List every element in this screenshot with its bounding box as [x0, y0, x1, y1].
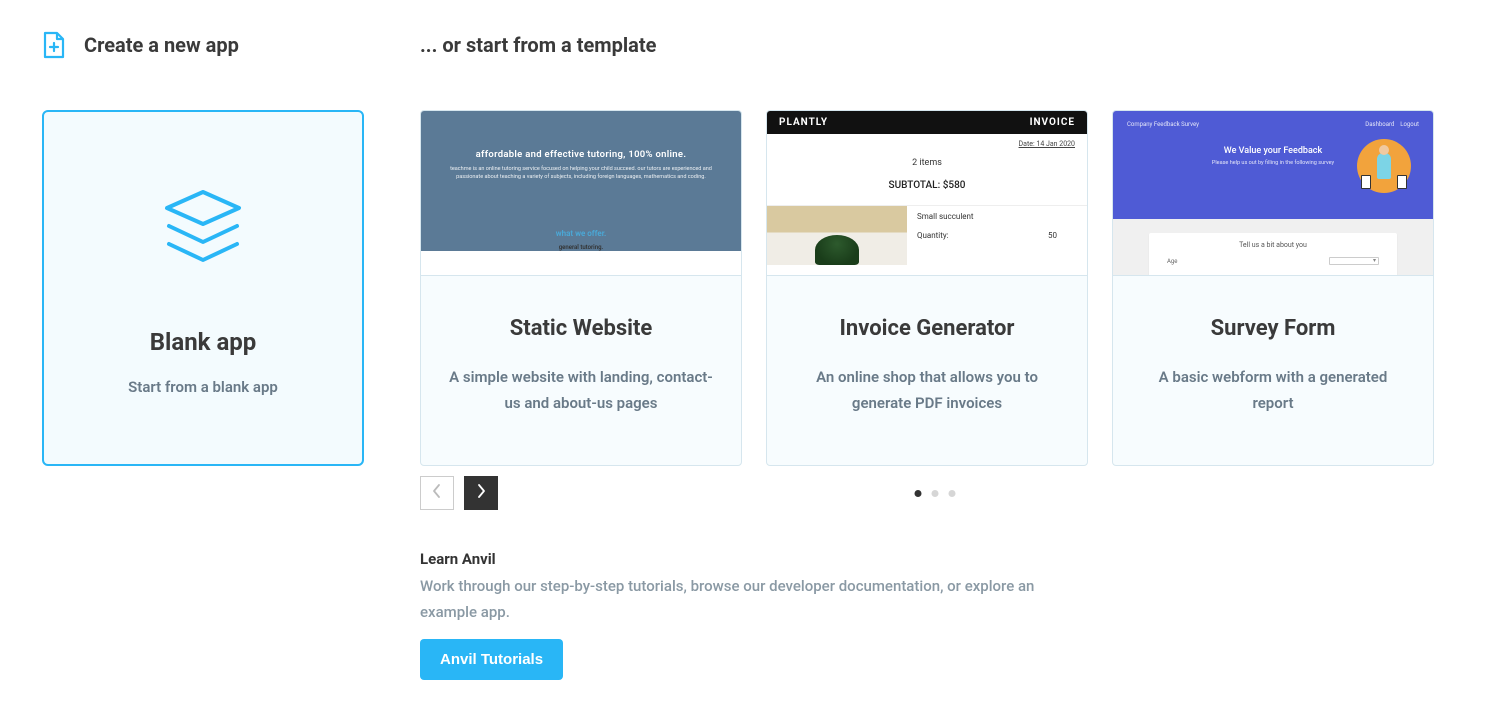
thumb-date: Date: 14 Jan 2020 — [767, 134, 1087, 148]
template-title: Static Website — [449, 316, 713, 341]
carousel-dots — [914, 490, 955, 497]
thumb-nav-b: Logout — [1400, 121, 1419, 128]
thumb-subtext: teachme is an online tutoring service fo… — [421, 166, 741, 181]
thumb-item-name: Small succulent — [917, 212, 1077, 221]
thumb-headline: affordable and effective tutoring, 100% … — [421, 149, 741, 160]
blank-app-card[interactable]: Blank app Start from a blank app — [42, 110, 364, 466]
thumb-brand: Company Feedback Survey — [1127, 121, 1199, 128]
thumb-select — [1329, 257, 1379, 265]
template-card-invoice-generator[interactable]: PLANTLY INVOICE Date: 14 Jan 2020 2 item… — [766, 110, 1088, 466]
thumb-illustration — [1357, 139, 1411, 193]
anvil-tutorials-button[interactable]: Anvil Tutorials — [420, 639, 563, 680]
create-app-header: Create a new app — [42, 30, 364, 60]
add-file-icon — [42, 31, 66, 59]
thumb-invoice-label: INVOICE — [1030, 117, 1075, 128]
thumb-brand: PLANTLY — [779, 117, 828, 128]
template-description: An online shop that allows you to genera… — [795, 365, 1059, 416]
thumb-general: general tutoring. — [421, 244, 741, 251]
carousel-dot[interactable] — [948, 490, 955, 497]
template-title: Invoice Generator — [795, 316, 1059, 341]
thumb-form-title: Tell us a bit about you — [1163, 241, 1383, 249]
template-card-survey-form[interactable]: Company Feedback Survey Dashboard Logout… — [1112, 110, 1434, 466]
thumb-qty-value: 50 — [1048, 231, 1057, 240]
thumb-field-label: Age — [1167, 258, 1177, 265]
learn-section: Learn Anvil Work through our step-by-ste… — [420, 550, 1040, 680]
create-app-title: Create a new app — [84, 33, 239, 57]
template-description: A basic webform with a generated report — [1141, 365, 1405, 416]
blank-app-title: Blank app — [150, 328, 257, 356]
carousel-next-button[interactable] — [464, 476, 498, 510]
carousel-prev-button[interactable] — [420, 476, 454, 510]
template-card-static-website[interactable]: affordable and effective tutoring, 100% … — [420, 110, 742, 466]
learn-text: Work through our step-by-step tutorials,… — [420, 574, 1040, 625]
learn-heading: Learn Anvil — [420, 550, 1040, 568]
template-header-title: ... or start from a template — [420, 33, 656, 57]
template-header: ... or start from a template — [420, 30, 1449, 60]
template-cards-row: affordable and effective tutoring, 100% … — [420, 110, 1449, 466]
thumb-qty-label: Quantity: — [917, 231, 949, 240]
template-thumb: Company Feedback Survey Dashboard Logout… — [1113, 111, 1433, 276]
thumb-nav-a: Dashboard — [1365, 121, 1394, 128]
thumb-items: 2 items — [767, 158, 1087, 168]
thumb-subtotal: SUBTOTAL: $580 — [767, 180, 1087, 191]
thumb-product-image — [767, 206, 907, 265]
template-thumb: affordable and effective tutoring, 100% … — [421, 111, 741, 276]
template-thumb: PLANTLY INVOICE Date: 14 Jan 2020 2 item… — [767, 111, 1087, 276]
chevron-left-icon — [432, 483, 442, 503]
carousel-dot[interactable] — [931, 490, 938, 497]
template-title: Survey Form — [1141, 316, 1405, 341]
carousel-nav — [420, 476, 1449, 510]
blank-app-subtitle: Start from a blank app — [128, 378, 278, 396]
chevron-right-icon — [476, 483, 486, 503]
thumb-offer: what we offer. — [421, 229, 741, 238]
layers-icon — [155, 180, 251, 280]
template-description: A simple website with landing, contact-u… — [449, 365, 713, 416]
carousel-dot[interactable] — [914, 490, 921, 497]
